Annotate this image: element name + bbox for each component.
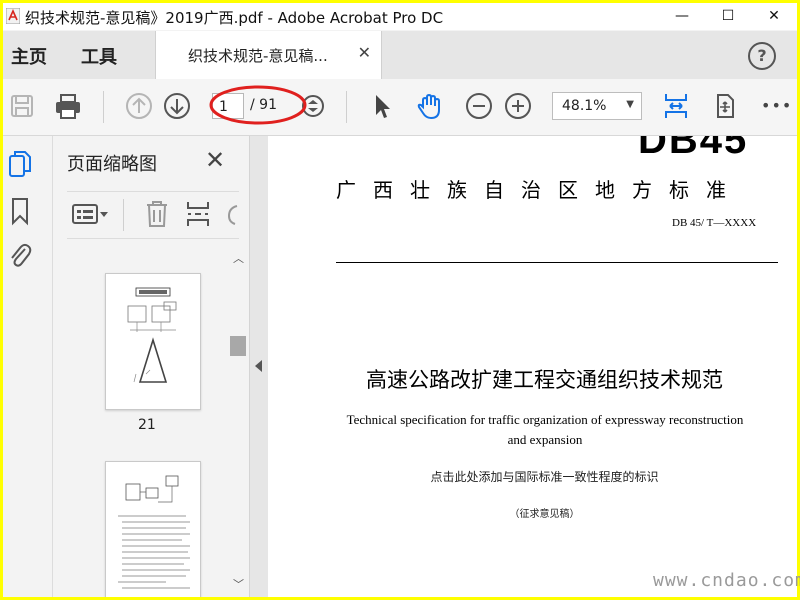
panel-toolbar (67, 191, 239, 239)
zoom-level-value: 48.1% (562, 98, 607, 114)
more-icon[interactable]: ••• (761, 96, 792, 115)
site-watermark: www.cndao.com (653, 570, 800, 591)
consistency-note: 点击此处添加与国际标准一致性程度的标识 (430, 470, 659, 484)
toolbar-separator (123, 199, 124, 231)
chevron-down-icon: ▼ (626, 99, 634, 110)
rotate-view-icon[interactable] (710, 91, 740, 121)
draft-note: （征求意见稿） (509, 509, 580, 520)
document-title-en: Technical specification for traffic orga… (346, 412, 744, 447)
bookmarks-icon[interactable] (10, 196, 30, 226)
tab-home[interactable]: 主页 (11, 43, 47, 69)
zoom-level-select[interactable]: 48.1% ▼ (552, 92, 642, 120)
navigation-rail (3, 136, 53, 597)
page-thumbnails-icon[interactable] (8, 150, 34, 180)
print-icon[interactable] (53, 91, 83, 121)
scroll-down-icon[interactable]: ﹀ (233, 576, 244, 592)
prev-page-icon[interactable] (124, 91, 154, 121)
delete-page-icon[interactable] (145, 200, 169, 228)
next-page-icon[interactable] (162, 91, 192, 121)
tab-bar: 主页 工具 织技术规范-意见稿... ✕ ? (3, 31, 797, 79)
page-thumbnail-preview (127, 287, 177, 383)
thumbnail-panel: 页面缩略图 ✕ 21 ︿ ﹀ (53, 136, 249, 597)
window-title: 织技术规范-意见稿》2019广西.pdf - Adobe Acrobat Pro… (25, 9, 444, 27)
select-cursor-icon[interactable] (367, 91, 397, 121)
maximize-button[interactable]: ☐ (705, 3, 751, 30)
page-thumbnail-preview (118, 475, 190, 589)
thumbnail-options-icon[interactable] (71, 202, 109, 226)
rotate-page-icon[interactable] (225, 200, 239, 228)
panel-title: 页面缩略图 (67, 154, 157, 175)
close-tab-button[interactable]: ✕ (358, 43, 371, 62)
scroll-up-icon[interactable]: ︿ (233, 250, 244, 266)
main-toolbar: 1 / 91 48.1% ▼ ••• (3, 79, 797, 136)
header-rule (336, 262, 778, 263)
help-button[interactable]: ? (748, 42, 776, 70)
zoom-in-icon[interactable] (503, 91, 533, 121)
minimize-button[interactable]: — (659, 3, 705, 30)
page-thumbnail[interactable] (105, 273, 201, 410)
document-view[interactable]: DB45 广西壮族自治区地方标准 DB 45/ T—XXXX 高速公路改扩建工程… (268, 136, 797, 597)
collapse-panel-icon[interactable] (255, 360, 262, 372)
title-bar: 织技术规范-意见稿》2019广西.pdf - Adobe Acrobat Pro… (3, 3, 797, 30)
toolbar-separator (346, 91, 347, 123)
toolbar-separator (103, 91, 104, 123)
tab-document[interactable]: 织技术规范-意见稿... ✕ (155, 31, 382, 79)
insert-page-icon[interactable] (185, 200, 211, 228)
thumbnail-page-label: 21 (138, 417, 156, 433)
fit-page-icon[interactable] (661, 91, 691, 121)
tab-tools[interactable]: 工具 (81, 43, 117, 69)
document-title-cn: 高速公路改扩建工程交通组织技术规范 (366, 368, 723, 392)
hand-tool-icon[interactable] (415, 91, 445, 121)
zoom-out-icon[interactable] (464, 91, 494, 121)
thumbnail-scrollbar[interactable]: ︿ ﹀ (229, 250, 247, 596)
acrobat-app-icon (6, 8, 20, 24)
close-window-button[interactable]: ✕ (751, 3, 797, 30)
document-header-code: DB45 (638, 136, 749, 162)
document-tab-label: 织技术规范-意见稿... (188, 47, 328, 65)
attachments-icon[interactable] (7, 240, 33, 270)
standard-category: 广西壮族自治区地方标准 (336, 178, 743, 202)
standard-number: DB 45/ T—XXXX (672, 217, 757, 229)
annotation-ellipse (209, 85, 307, 125)
scrollbar-thumb[interactable] (230, 336, 246, 356)
save-icon[interactable] (7, 91, 37, 121)
acrobat-window: 织技术规范-意见稿》2019广西.pdf - Adobe Acrobat Pro… (3, 3, 797, 597)
page-thumbnail[interactable] (105, 461, 201, 597)
close-panel-button[interactable]: ✕ (205, 146, 225, 174)
panel-splitter[interactable] (249, 136, 268, 597)
